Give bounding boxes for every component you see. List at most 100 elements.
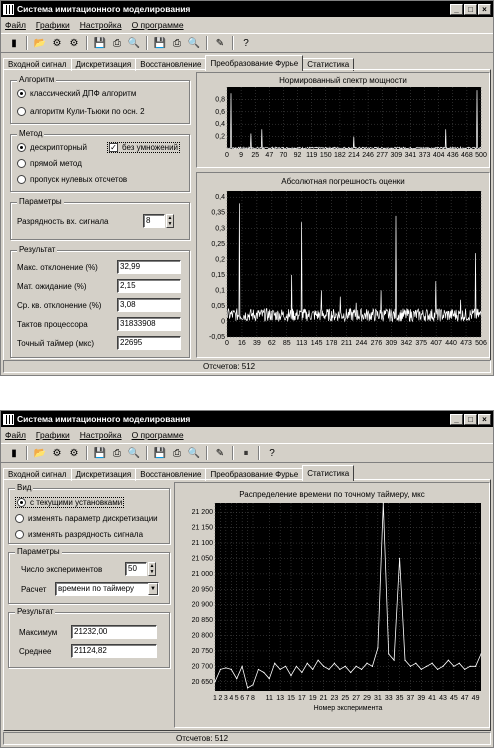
print-icon[interactable]: ⎙ [110, 36, 124, 50]
minimize-button[interactable]: _ [450, 3, 463, 15]
status-bar: Отсчетов: 512 [3, 360, 491, 373]
open-config-icon[interactable]: ⚙ [50, 36, 64, 50]
tab-fourier[interactable]: Преобразование Фурье [205, 55, 304, 71]
calc-select[interactable]: времени по таймеру [55, 582, 159, 596]
menu-file[interactable]: Файл [5, 20, 26, 30]
x-tick-label: 85 [283, 340, 291, 347]
chart-settings-icon[interactable]: ✎ [213, 446, 227, 460]
exit-icon[interactable]: ▮ [7, 446, 21, 460]
params-group: Параметры Разрядность вх. сигнала 8 ▲ ▼ [10, 197, 190, 240]
x-tick-label: 25 [341, 695, 349, 702]
save-chart-icon[interactable]: 💾 [153, 446, 167, 460]
open-folder-icon[interactable]: 📂 [33, 36, 47, 50]
bits-spinner[interactable]: ▲ ▼ [166, 214, 174, 228]
x-tick-label: 119 [306, 152, 317, 159]
x-tick-label: 0 [225, 152, 229, 159]
radio-direct[interactable]: прямой метод [17, 159, 82, 168]
radio-vary-bits[interactable]: изменять разрядность сигнала [15, 530, 143, 539]
calc-dropdown-arrow[interactable]: ▼ [148, 583, 158, 595]
radio-descriptor[interactable]: дескрипторный [17, 143, 87, 152]
menu-file[interactable]: Файл [5, 430, 26, 440]
data-point [382, 502, 384, 504]
close-button[interactable]: × [478, 3, 491, 15]
y-tick-label: 20 850 [192, 617, 214, 624]
open-folder-icon[interactable]: 📂 [33, 446, 47, 460]
menu-about[interactable]: О программе [132, 20, 184, 30]
x-tick-label: 39 [417, 695, 425, 702]
close-button[interactable]: × [478, 413, 491, 425]
menu-charts[interactable]: Графики [36, 20, 70, 30]
radio-cooley-tukey[interactable]: алгоритм Кули-Тьюки по осн. 2 [17, 107, 145, 116]
timer-chart: 20 650 20 700 20 750 20 800 20 850 20 900 20 9… [192, 502, 482, 712]
help-icon[interactable]: ? [265, 446, 279, 460]
data-point [236, 678, 238, 680]
radio-current-settings[interactable]: с текущими установками [15, 497, 125, 508]
menu-settings[interactable]: Настройка [80, 430, 122, 440]
method-group-title: Метод [17, 129, 45, 138]
x-tick-label: 47 [265, 152, 273, 159]
plot-area [215, 503, 481, 691]
x-tick-label: 15 [287, 695, 295, 702]
data-point [458, 662, 460, 664]
data-point [355, 665, 357, 667]
menu-charts[interactable]: Графики [36, 430, 70, 440]
x-tick-label: 31 [374, 695, 382, 702]
data-point [230, 668, 232, 671]
max-value[interactable]: 21232,00 [71, 625, 157, 639]
x-tick-label: 309 [386, 340, 398, 347]
timer-value[interactable]: 22695 [117, 336, 181, 350]
help-icon[interactable]: ? [239, 36, 253, 50]
experiments-spinner[interactable]: ▲ ▼ [148, 562, 156, 576]
data-point [366, 662, 368, 664]
radio-skip-zero[interactable]: пропуск нулевых отсчетов [17, 175, 127, 184]
experiments-input[interactable]: 50 [125, 562, 147, 576]
params-group-title: Параметры [17, 197, 64, 206]
minimize-button[interactable]: _ [450, 413, 463, 425]
open-signal-icon[interactable]: ⚙ [67, 446, 81, 460]
x-tick-label: 341 [405, 152, 417, 159]
print-icon[interactable]: ⎙ [110, 446, 124, 460]
cpu-ticks-value[interactable]: 31833908 [117, 317, 181, 331]
radio-dot [15, 530, 24, 539]
maximize-button[interactable]: □ [464, 413, 477, 425]
cpu-ticks-label: Тактов процессора [17, 320, 88, 329]
tab-page-fourier: Алгоритм классический ДПФ алгоритм алгор… [3, 69, 491, 361]
save-icon[interactable]: 💾 [93, 446, 107, 460]
menu-settings[interactable]: Настройка [80, 20, 122, 30]
radio-vary-sampling[interactable]: изменять параметр дискретизации [15, 514, 158, 523]
print-chart-icon[interactable]: ⎙ [170, 446, 184, 460]
bits-input[interactable]: 8 [143, 214, 165, 228]
print-chart-icon[interactable]: ⎙ [170, 36, 184, 50]
tab-statistics[interactable]: Статистика [302, 465, 355, 481]
expectation-value[interactable]: 2,15 [117, 279, 181, 293]
mean-value[interactable]: 21124,82 [71, 644, 157, 658]
x-tick-label: 62 [268, 340, 276, 347]
chart-settings-icon[interactable]: ✎ [213, 36, 227, 50]
save-chart-icon[interactable]: 💾 [153, 36, 167, 50]
y-tick-label: 0,1 [215, 287, 225, 294]
stop-icon[interactable]: ⏸ [239, 446, 253, 460]
max-deviation-value[interactable]: 32,99 [117, 260, 181, 274]
std-deviation-value[interactable]: 3,08 [117, 298, 181, 312]
x-tick-label: 70 [280, 152, 288, 159]
x-tick-label: 373 [419, 152, 431, 159]
maximize-button[interactable]: □ [464, 3, 477, 15]
exit-icon[interactable]: ▮ [7, 36, 21, 50]
menu-about[interactable]: О программе [132, 430, 184, 440]
x-tick-label: 246 [362, 152, 374, 159]
open-config-icon[interactable]: ⚙ [50, 446, 64, 460]
preview-chart-icon[interactable]: 🔍 [187, 36, 201, 50]
y-tick-label: 0,35 [211, 210, 225, 217]
x-tick-label: 276 [371, 340, 383, 347]
data-point [225, 667, 227, 669]
preview-icon[interactable]: 🔍 [127, 36, 141, 50]
checkbox-no-multiply[interactable]: ✓ без умножений [107, 142, 180, 153]
radio-classic-dft[interactable]: классический ДПФ алгоритм [17, 89, 136, 98]
save-icon[interactable]: 💾 [93, 36, 107, 50]
open-signal-icon[interactable]: ⚙ [67, 36, 81, 50]
preview-icon[interactable]: 🔍 [127, 446, 141, 460]
preview-chart-icon[interactable]: 🔍 [187, 446, 201, 460]
data-point [415, 662, 417, 664]
x-tick-label: 178 [326, 340, 338, 347]
data-point [268, 678, 270, 680]
